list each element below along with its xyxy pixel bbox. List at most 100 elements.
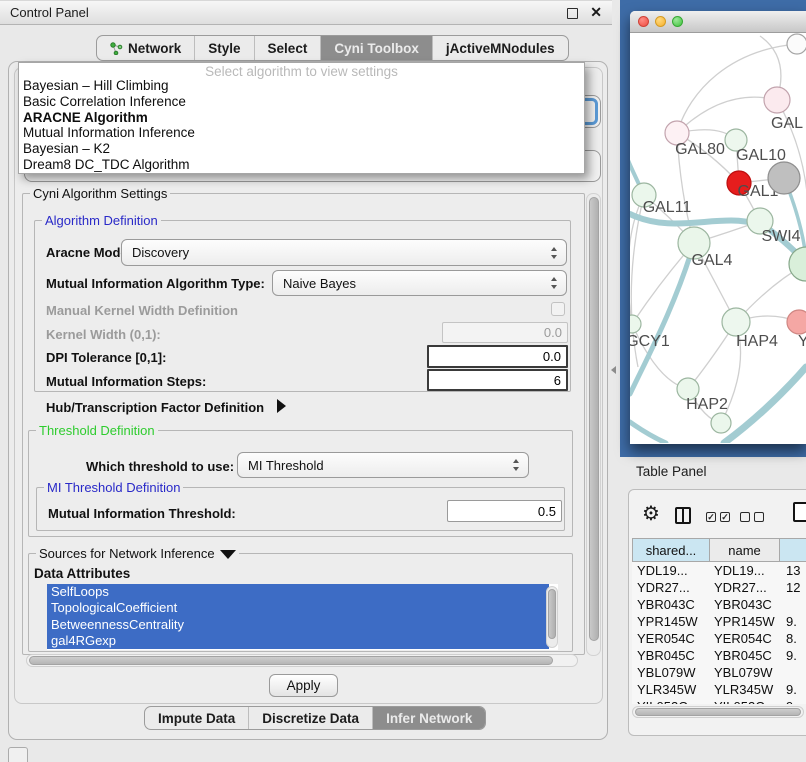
- data-attributes-label: Data Attributes: [34, 566, 130, 581]
- apply-button[interactable]: Apply: [269, 674, 338, 697]
- attribute-list-item[interactable]: TopologicalCoefficient: [47, 600, 549, 616]
- close-icon[interactable]: ✕: [590, 4, 602, 21]
- tab-label: Discretize Data: [262, 711, 359, 726]
- tab-infer-network[interactable]: Infer Network: [372, 707, 485, 729]
- unchecked-checkbox-icon[interactable]: [740, 512, 750, 522]
- tab-impute-data[interactable]: Impute Data: [145, 707, 248, 729]
- stepper-icon: [513, 459, 520, 471]
- algorithm-option[interactable]: ARACNE Algorithm: [19, 110, 584, 126]
- table-row[interactable]: YBL079WYBL079W: [632, 664, 806, 681]
- which-threshold-combobox[interactable]: MI Threshold: [237, 452, 529, 478]
- table-cell: YBR045C: [632, 648, 710, 663]
- mac-close-icon[interactable]: [638, 16, 649, 27]
- network-node-label: GAL80: [675, 141, 725, 158]
- table-row[interactable]: YBR045CYBR045C9.: [632, 647, 806, 664]
- network-node[interactable]: [768, 162, 800, 194]
- column-header-partial[interactable]: [780, 538, 806, 562]
- attr-scrollbar-thumb[interactable]: [548, 589, 556, 639]
- settings-hscrollbar-thumb[interactable]: [29, 656, 553, 665]
- table-row[interactable]: YIL052CYIL052C9.: [632, 698, 806, 704]
- mi-type-combobox[interactable]: Naive Bayes: [272, 270, 567, 296]
- network-node-label: GAL10: [736, 147, 786, 164]
- mac-minimize-icon[interactable]: [655, 16, 666, 27]
- dpi-tolerance-input[interactable]: [427, 345, 568, 368]
- expand-arrow-icon[interactable]: [277, 399, 286, 413]
- network-node[interactable]: [630, 315, 641, 333]
- which-threshold-value: MI Threshold: [248, 458, 324, 473]
- algorithm-option[interactable]: Mutual Information Inference: [19, 125, 584, 141]
- network-node-label: HAP2: [686, 396, 728, 413]
- table-cell: YPR145W: [710, 614, 780, 629]
- table-row[interactable]: YPR145WYPR145W9.: [632, 613, 806, 630]
- network-node[interactable]: [787, 310, 806, 334]
- mac-zoom-icon[interactable]: [672, 16, 683, 27]
- tab-cyni-toolbox[interactable]: Cyni Toolbox: [320, 36, 432, 60]
- apply-button-label: Apply: [287, 678, 321, 693]
- table-cell: YER054C: [710, 631, 780, 646]
- checked-checkbox-icon[interactable]: ✓: [720, 512, 730, 522]
- bottom-tabbar: Impute Data Discretize Data Infer Networ…: [144, 706, 486, 730]
- algorithm-option[interactable]: Bayesian – Hill Climbing: [19, 78, 584, 94]
- attr-scrollbar-track[interactable]: [546, 586, 558, 648]
- float-window-icon[interactable]: [567, 8, 578, 19]
- network-node[interactable]: [711, 413, 731, 433]
- checked-checkbox-icon[interactable]: ✓: [706, 512, 716, 522]
- gear-icon[interactable]: ⚙: [642, 504, 660, 524]
- column-header-shared[interactable]: shared...: [632, 538, 710, 562]
- table-row[interactable]: YLR345WYLR345W9.: [632, 681, 806, 698]
- mi-steps-input[interactable]: [427, 369, 568, 391]
- settings-hscrollbar-track[interactable]: [26, 654, 578, 667]
- tab-network[interactable]: Network: [97, 36, 194, 60]
- tab-discretize-data[interactable]: Discretize Data: [248, 707, 372, 729]
- column-header-name[interactable]: name: [710, 538, 780, 562]
- document-icon[interactable]: [793, 502, 806, 522]
- splitter-collapse-icon[interactable]: [611, 366, 616, 374]
- algorithm-option[interactable]: Bayesian – K2: [19, 141, 584, 157]
- network-canvas[interactable]: GALGAL80GAL10GAL1GAL11SWI4GAL4GCY1HAP4YH…: [630, 32, 806, 443]
- table-cell: YPR145W: [632, 614, 710, 629]
- mi-threshold-label: Mutual Information Threshold:: [48, 506, 236, 521]
- table-cell: YBR043C: [710, 597, 780, 612]
- attribute-list-item[interactable]: BetweennessCentrality: [47, 617, 549, 633]
- minimized-panel-icon[interactable]: [8, 747, 28, 762]
- table-cell: YBR043C: [632, 597, 710, 612]
- attribute-list-item[interactable]: SelfLoops: [47, 584, 549, 600]
- collapse-arrow-icon[interactable]: [220, 550, 236, 559]
- sources-legend-text: Sources for Network Inference: [39, 546, 215, 561]
- sources-legend: Sources for Network Inference: [36, 546, 239, 561]
- tab-select[interactable]: Select: [254, 36, 321, 60]
- table-body[interactable]: YDL19...YDL19...13YDR27...YDR27...12YBR0…: [632, 562, 806, 704]
- hub-section-label: Hub/Transcription Factor Definition: [46, 400, 264, 415]
- table-hscrollbar-track[interactable]: [632, 706, 804, 718]
- table-row[interactable]: YBR043CYBR043C: [632, 596, 806, 613]
- network-view-window[interactable]: GALGAL80GAL10GAL1GAL11SWI4GAL4GCY1HAP4YH…: [630, 11, 806, 444]
- network-node[interactable]: [722, 308, 750, 336]
- table-hscrollbar-thumb[interactable]: [635, 708, 801, 716]
- settings-scrollbar-thumb[interactable]: [589, 197, 599, 641]
- table-row[interactable]: YDR27...YDR27...12: [632, 579, 806, 596]
- tab-style[interactable]: Style: [194, 36, 253, 60]
- unchecked-checkbox-icon[interactable]: [754, 512, 764, 522]
- split-columns-icon[interactable]: [675, 507, 691, 524]
- table-cell: YER054C: [632, 631, 710, 646]
- network-node-label: SWI4: [761, 228, 800, 245]
- algorithm-option[interactable]: Dream8 DC_TDC Algorithm: [19, 157, 584, 173]
- attribute-list-item[interactable]: gal4RGexp: [47, 633, 549, 649]
- kernel-width-input[interactable]: [442, 322, 568, 343]
- algorithm-option[interactable]: Basic Correlation Inference: [19, 94, 584, 110]
- manual-kernel-checkbox[interactable]: [551, 302, 565, 316]
- tab-jactivemnodules[interactable]: jActiveMNodules: [432, 36, 568, 60]
- network-node[interactable]: [787, 34, 806, 54]
- mi-threshold-input[interactable]: [447, 500, 562, 522]
- attr-list[interactable]: SelfLoopsTopologicalCoefficientBetweenne…: [47, 584, 558, 650]
- network-node[interactable]: [764, 87, 790, 113]
- table-row[interactable]: YDL19...YDL19...13: [632, 562, 806, 579]
- aracne-mode-combobox[interactable]: Discovery: [121, 239, 567, 266]
- screen: Control Panel ✕ Network Style Select Cyn…: [0, 0, 806, 762]
- mi-type-value: Naive Bayes: [283, 276, 356, 291]
- settings-scrollbar-track[interactable]: [586, 193, 601, 656]
- network-window-titlebar[interactable]: [630, 11, 806, 33]
- table-cell: YDL19...: [632, 563, 710, 578]
- mi-type-label: Mutual Information Algorithm Type:: [46, 276, 265, 291]
- table-row[interactable]: YER054CYER054C8.: [632, 630, 806, 647]
